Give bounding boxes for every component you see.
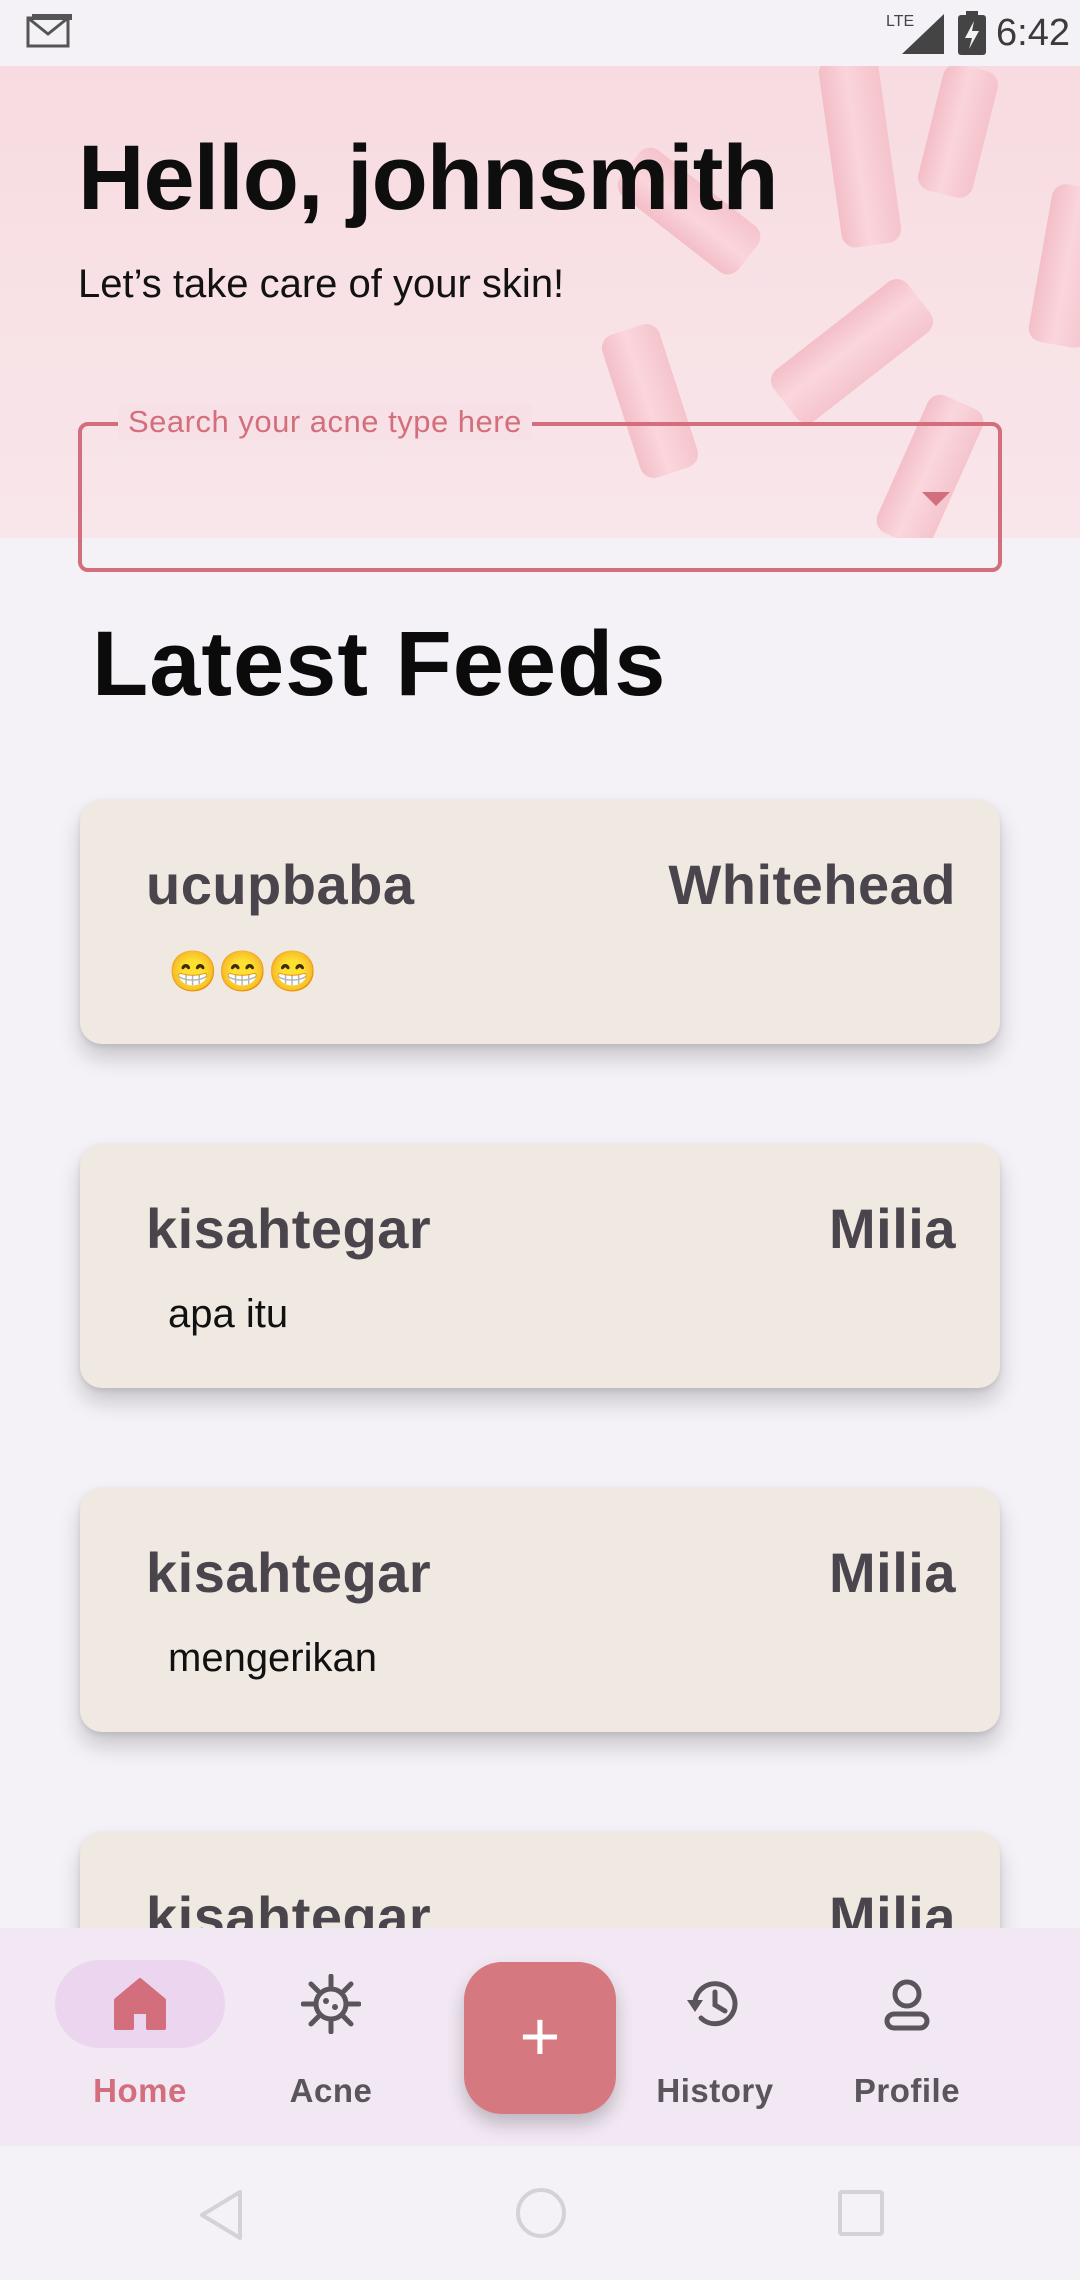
home-icon [114,1978,166,2030]
recent-apps-icon[interactable] [838,2190,884,2236]
nav-label-home: Home [93,2072,187,2109]
feed-username: kisahtegar [146,1885,432,1928]
feed-text: apa itu [168,1292,289,1336]
clock: 6:42 [996,11,1070,54]
battery-charging-icon [958,11,987,55]
feed-text: 😁😁😁 [168,950,318,994]
feed-acne-type: Whitehead [668,853,956,916]
feed-card[interactable]: kisahtegar Milia apa itu [80,1144,1000,1388]
feed-card[interactable]: kisahtegar Milia [80,1832,1000,1928]
virus-icon [301,1974,361,2034]
mail-icon [26,14,72,48]
nav-item-profile[interactable]: Profile [822,1960,992,2130]
greeting-subtitle: Let’s take care of your skin! [78,262,565,306]
home-circle-icon[interactable] [516,2188,566,2238]
chevron-down-icon[interactable] [922,492,950,506]
app-screen: LTE 6:42 Hello, johnsmith Let’s take car… [0,0,1080,2280]
network-label: LTE [886,13,914,30]
feed-username: ucupbaba [146,853,415,916]
feed-username: kisahtegar [146,1541,432,1604]
nav-item-home[interactable]: Home [55,1960,225,2130]
signal-icon: LTE [886,13,945,54]
nav-label-history: History [656,2072,774,2109]
feed-list[interactable]: ucupbaba Whitehead 😁😁😁 kisahtegar Milia … [0,760,1080,1928]
feed-acne-type: Milia [829,1541,956,1604]
greeting-title: Hello, johnsmith [78,127,779,229]
back-icon[interactable] [196,2188,246,2242]
feed-acne-type: Milia [829,1197,956,1260]
add-post-button[interactable]: + [464,1962,616,2114]
nav-item-acne[interactable]: Acne [246,1960,416,2130]
status-bar: LTE 6:42 [0,0,1080,66]
search-label: Search your acne type here [118,404,532,440]
nav-label-profile: Profile [853,2072,961,2109]
feed-acne-type: Milia [829,1885,956,1928]
history-icon [687,1981,738,2027]
nav-item-history[interactable]: History [630,1960,800,2130]
profile-icon [884,1979,930,2031]
feed-card[interactable]: kisahtegar Milia mengerikan [80,1488,1000,1732]
acne-type-dropdown[interactable]: Search your acne type here [78,404,1002,572]
feed-text: mengerikan [168,1636,378,1680]
status-icons: LTE 6:42 [886,8,1070,58]
feed-username: kisahtegar [146,1197,432,1260]
bottom-navigation: Home Acne + History Profile [0,1928,1080,2146]
section-title: Latest Feeds [92,613,667,715]
nav-label-acne: Acne [289,2072,373,2109]
system-navigation-bar [0,2146,1080,2280]
feed-card[interactable]: ucupbaba Whitehead 😁😁😁 [80,800,1000,1044]
